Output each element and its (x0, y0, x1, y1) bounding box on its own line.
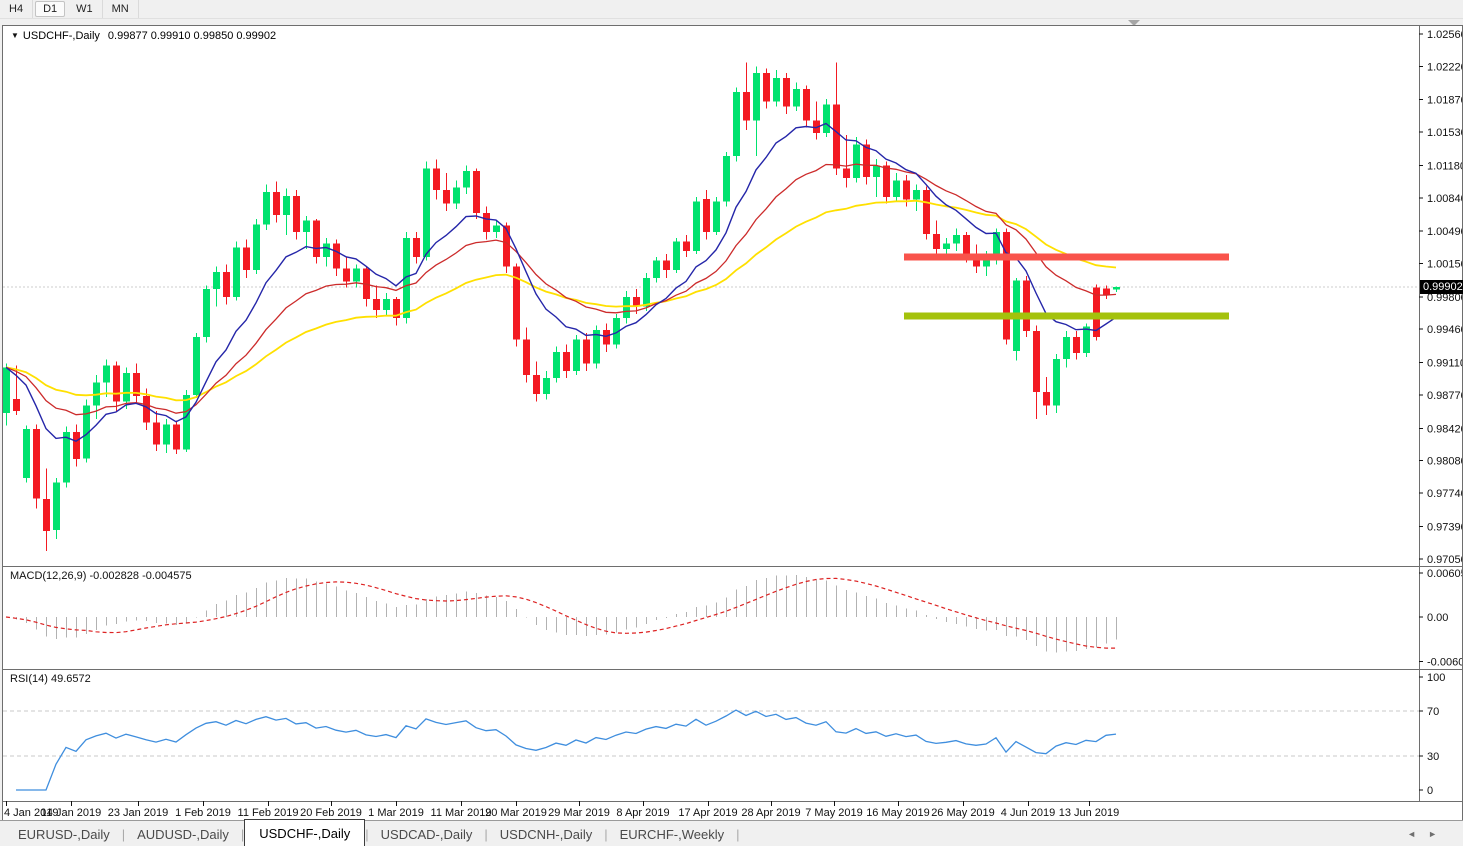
tab-usdchf[interactable]: USDCHF-,Daily (244, 819, 365, 846)
svg-text:23 Jan 2019: 23 Jan 2019 (108, 807, 169, 819)
tabbar-tabs: EURUSD-,Daily|AUDUSD-,Daily|USDCHF-,Dail… (0, 821, 740, 846)
svg-text:0: 0 (1427, 785, 1433, 797)
svg-text:11 Mar 2019: 11 Mar 2019 (431, 807, 492, 819)
chart-canvas[interactable]: 1.02560 1.02220 1.01870 1.01530 1.01180 1.008… (3, 26, 1462, 820)
tab-usdcad[interactable]: USDCAD-,Daily (369, 821, 485, 846)
rsi-label: RSI(14) 49.6572 (10, 673, 91, 685)
svg-text:14 Jan 2019: 14 Jan 2019 (41, 807, 102, 819)
tabbar-scroll-left-icon[interactable]: ◄ (1407, 829, 1416, 839)
svg-text:1.00150: 1.00150 (1427, 259, 1462, 271)
svg-text:30: 30 (1427, 751, 1439, 763)
svg-text:1.02220: 1.02220 (1427, 61, 1462, 73)
svg-text:28 Apr 2019: 28 Apr 2019 (741, 807, 800, 819)
tab-eurchf[interactable]: EURCHF-,Weekly (608, 821, 737, 846)
svg-text:0.99460: 0.99460 (1427, 324, 1462, 336)
svg-text:-0.006096: -0.006096 (1427, 656, 1462, 668)
svg-text:13 Jun 2019: 13 Jun 2019 (1059, 807, 1120, 819)
svg-text:0.97740: 0.97740 (1427, 488, 1462, 500)
svg-text:1 Mar 2019: 1 Mar 2019 (368, 807, 424, 819)
timeframe-button-w1[interactable]: W1 (67, 0, 103, 18)
svg-text:0.99110: 0.99110 (1427, 358, 1462, 370)
chart-ohlc-values: 0.99877 0.99910 0.99850 0.99902 (108, 30, 276, 42)
svg-text:4 Jun 2019: 4 Jun 2019 (1001, 807, 1055, 819)
tabbar-arrows: ◄ ► (1407, 821, 1437, 846)
svg-text:20 Mar 2019: 20 Mar 2019 (485, 807, 547, 819)
svg-text:1.02560: 1.02560 (1427, 29, 1462, 41)
svg-text:1.00490: 1.00490 (1427, 226, 1462, 238)
chart-symbol-name: USDCHF-,Daily (23, 30, 100, 42)
svg-text:16 May 2019: 16 May 2019 (866, 807, 930, 819)
tab-separator: | (736, 827, 739, 842)
chart-tabbar: EURUSD-,Daily|AUDUSD-,Daily|USDCHF-,Dail… (0, 820, 1463, 846)
chart-title: ▼ USDCHF-,Daily 0.99877 0.99910 0.99850 0.… (11, 30, 276, 42)
tab-usdcnh[interactable]: USDCNH-,Daily (488, 821, 604, 846)
tabbar-scroll-right-icon[interactable]: ► (1428, 829, 1437, 839)
timeframe-toolbar: H4D1W1MN (0, 0, 1463, 19)
current-price-box: 0.99902 (1420, 280, 1463, 294)
svg-text:0.00: 0.00 (1427, 612, 1448, 624)
svg-text:8 Apr 2019: 8 Apr 2019 (616, 807, 669, 819)
timeframe-button-d1[interactable]: D1 (35, 1, 65, 17)
trading-terminal: H4D1W1MN 1.025601.022201.018701.015301.0… (0, 0, 1463, 846)
svg-text:29 Mar 2019: 29 Mar 2019 (548, 807, 610, 819)
svg-text:70: 70 (1427, 706, 1439, 718)
dropdown-triangle-icon[interactable]: ▼ (11, 31, 19, 40)
svg-text:11 Feb 2019: 11 Feb 2019 (238, 807, 299, 819)
chart-window: 1.02560 1.02220 1.01870 1.01530 1.01180 1.008… (2, 25, 1463, 821)
timeframe-button-mn[interactable]: MN (103, 0, 139, 18)
svg-text:17 Apr 2019: 17 Apr 2019 (678, 807, 737, 819)
svg-text:1.00840: 1.00840 (1427, 193, 1462, 205)
svg-text:0.006058: 0.006058 (1427, 568, 1462, 580)
svg-text:100: 100 (1427, 672, 1445, 684)
svg-text:0.98080: 0.98080 (1427, 456, 1462, 468)
svg-text:1.01870: 1.01870 (1427, 95, 1462, 107)
svg-text:0.98770: 0.98770 (1427, 390, 1462, 402)
tab-audusd[interactable]: AUDUSD-,Daily (125, 821, 241, 846)
svg-text:0.97390: 0.97390 (1427, 521, 1462, 533)
svg-text:1.01530: 1.01530 (1427, 127, 1462, 139)
svg-text:0.98420: 0.98420 (1427, 423, 1462, 435)
tab-eurusd[interactable]: EURUSD-,Daily (6, 821, 122, 846)
svg-text:1 Feb 2019: 1 Feb 2019 (175, 807, 231, 819)
svg-text:20 Feb 2019: 20 Feb 2019 (300, 807, 362, 819)
svg-text:26 May 2019: 26 May 2019 (931, 807, 995, 819)
timeframe-button-h4[interactable]: H4 (0, 0, 33, 18)
svg-text:1.01180: 1.01180 (1427, 160, 1462, 172)
svg-text:0.97050: 0.97050 (1427, 554, 1462, 566)
svg-text:7 May 2019: 7 May 2019 (805, 807, 862, 819)
macd-label: MACD(12,26,9) -0.002828 -0.004575 (10, 570, 192, 582)
